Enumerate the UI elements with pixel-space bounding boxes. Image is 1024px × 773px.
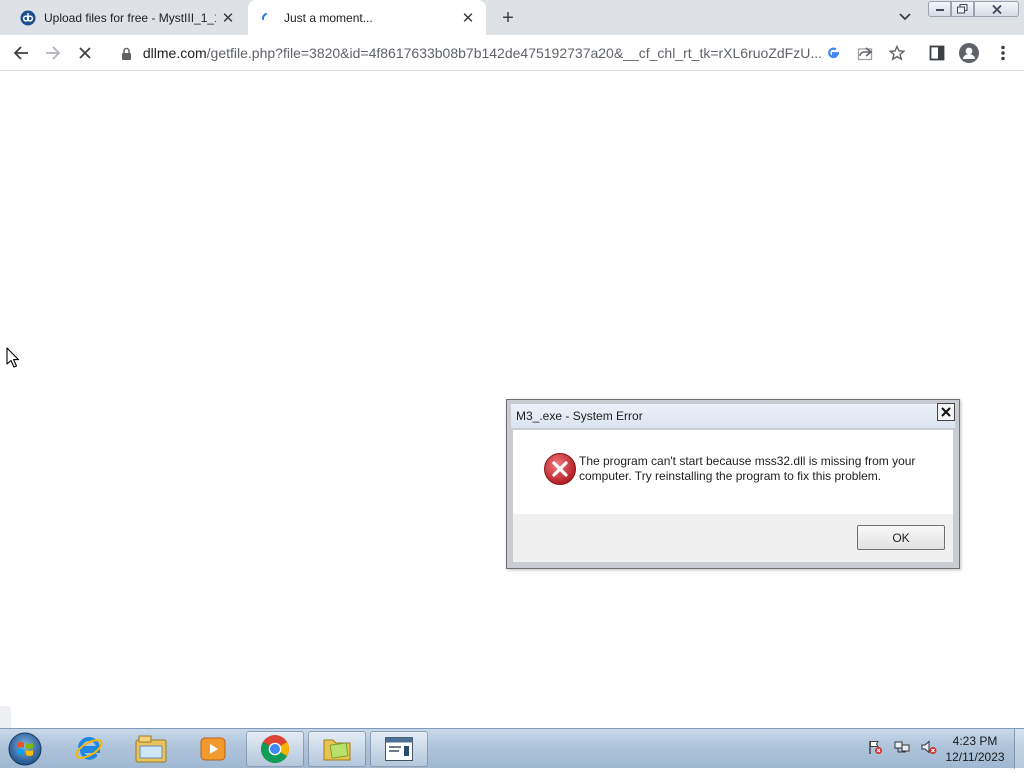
mouse-pointer-icon — [6, 347, 20, 374]
start-orb[interactable] — [5, 730, 45, 768]
share-icon[interactable] — [852, 40, 878, 66]
tab-just-a-moment[interactable]: Just a moment... ✕ — [248, 0, 486, 35]
url-path: /getfile.php?file=3820&id=4f8617633b08b7… — [206, 45, 822, 61]
tab-close-icon[interactable]: ✕ — [216, 6, 240, 30]
network-icon[interactable] — [894, 739, 910, 760]
new-tab-button[interactable]: + — [496, 6, 520, 30]
loading-spinner-icon — [260, 10, 276, 26]
tab-search-chevron-icon[interactable] — [896, 8, 914, 26]
back-arrow-icon[interactable] — [8, 40, 34, 66]
error-icon — [543, 452, 577, 486]
tab-upload-files[interactable]: Upload files for free - MystIII_1_1 ✕ — [8, 0, 246, 35]
close-icon — [941, 407, 951, 417]
tab-title: Upload files for free - MystIII_1_1 — [44, 10, 216, 25]
taskbar-clock[interactable]: 4:23 PM 12/11/2023 — [940, 733, 1010, 765]
url-host: dllme.com — [142, 45, 207, 61]
system-tray — [862, 729, 942, 769]
tab-title: Just a moment... — [284, 10, 373, 25]
browser-toolbar: dllme.com/getfile.php?file=3820&id=4f861… — [0, 35, 1024, 71]
google-translate-icon[interactable] — [820, 40, 846, 66]
profile-avatar-icon[interactable] — [956, 40, 982, 66]
window-icon[interactable] — [370, 731, 428, 767]
ok-button[interactable]: OK — [857, 525, 945, 550]
file-explorer-icon[interactable] — [122, 731, 180, 767]
minimize-window-button[interactable] — [928, 1, 951, 17]
media-player-icon[interactable] — [184, 731, 242, 767]
dialog-close-button[interactable] — [937, 403, 955, 421]
show-desktop-button[interactable] — [1014, 729, 1024, 769]
stop-loading-icon[interactable] — [72, 40, 98, 66]
volume-muted-icon[interactable] — [921, 739, 937, 760]
system-error-dialog: M3_.exe - System Error The program can't… — [506, 399, 960, 569]
address-bar[interactable]: dllme.com/getfile.php?file=3820&id=4f861… — [112, 39, 822, 67]
kebab-menu-icon[interactable] — [990, 40, 1016, 66]
bookmark-star-icon[interactable] — [884, 40, 910, 66]
forward-arrow-icon[interactable] — [40, 40, 66, 66]
dialog-body: The program can't start because mss32.dl… — [513, 430, 953, 514]
windows-taskbar: 4:23 PM 12/11/2023 — [0, 728, 1024, 769]
upload-site-favicon — [20, 10, 36, 26]
side-panel-icon[interactable] — [924, 40, 950, 66]
restore-window-button[interactable] — [951, 1, 974, 17]
error-message: The program can't start because mss32.dl… — [579, 454, 916, 483]
chrome-icon[interactable] — [246, 731, 304, 767]
folder-icon[interactable] — [308, 731, 366, 767]
internet-explorer-icon[interactable] — [60, 731, 118, 767]
clock-date: 12/11/2023 — [945, 750, 1005, 764]
tab-close-icon[interactable]: ✕ — [456, 6, 480, 30]
dialog-footer: OK — [513, 514, 953, 562]
dialog-title: M3_.exe - System Error — [516, 409, 643, 423]
lock-icon[interactable] — [118, 47, 135, 60]
dialog-title-bar[interactable]: M3_.exe - System Error — [511, 404, 955, 428]
side-edge-tab — [0, 706, 11, 728]
clock-time: 4:23 PM — [952, 734, 998, 748]
close-window-button[interactable] — [974, 1, 1019, 17]
action-center-flag-icon[interactable] — [867, 739, 883, 760]
tab-strip: Upload files for free - MystIII_1_1 ✕ Ju… — [0, 0, 1024, 35]
